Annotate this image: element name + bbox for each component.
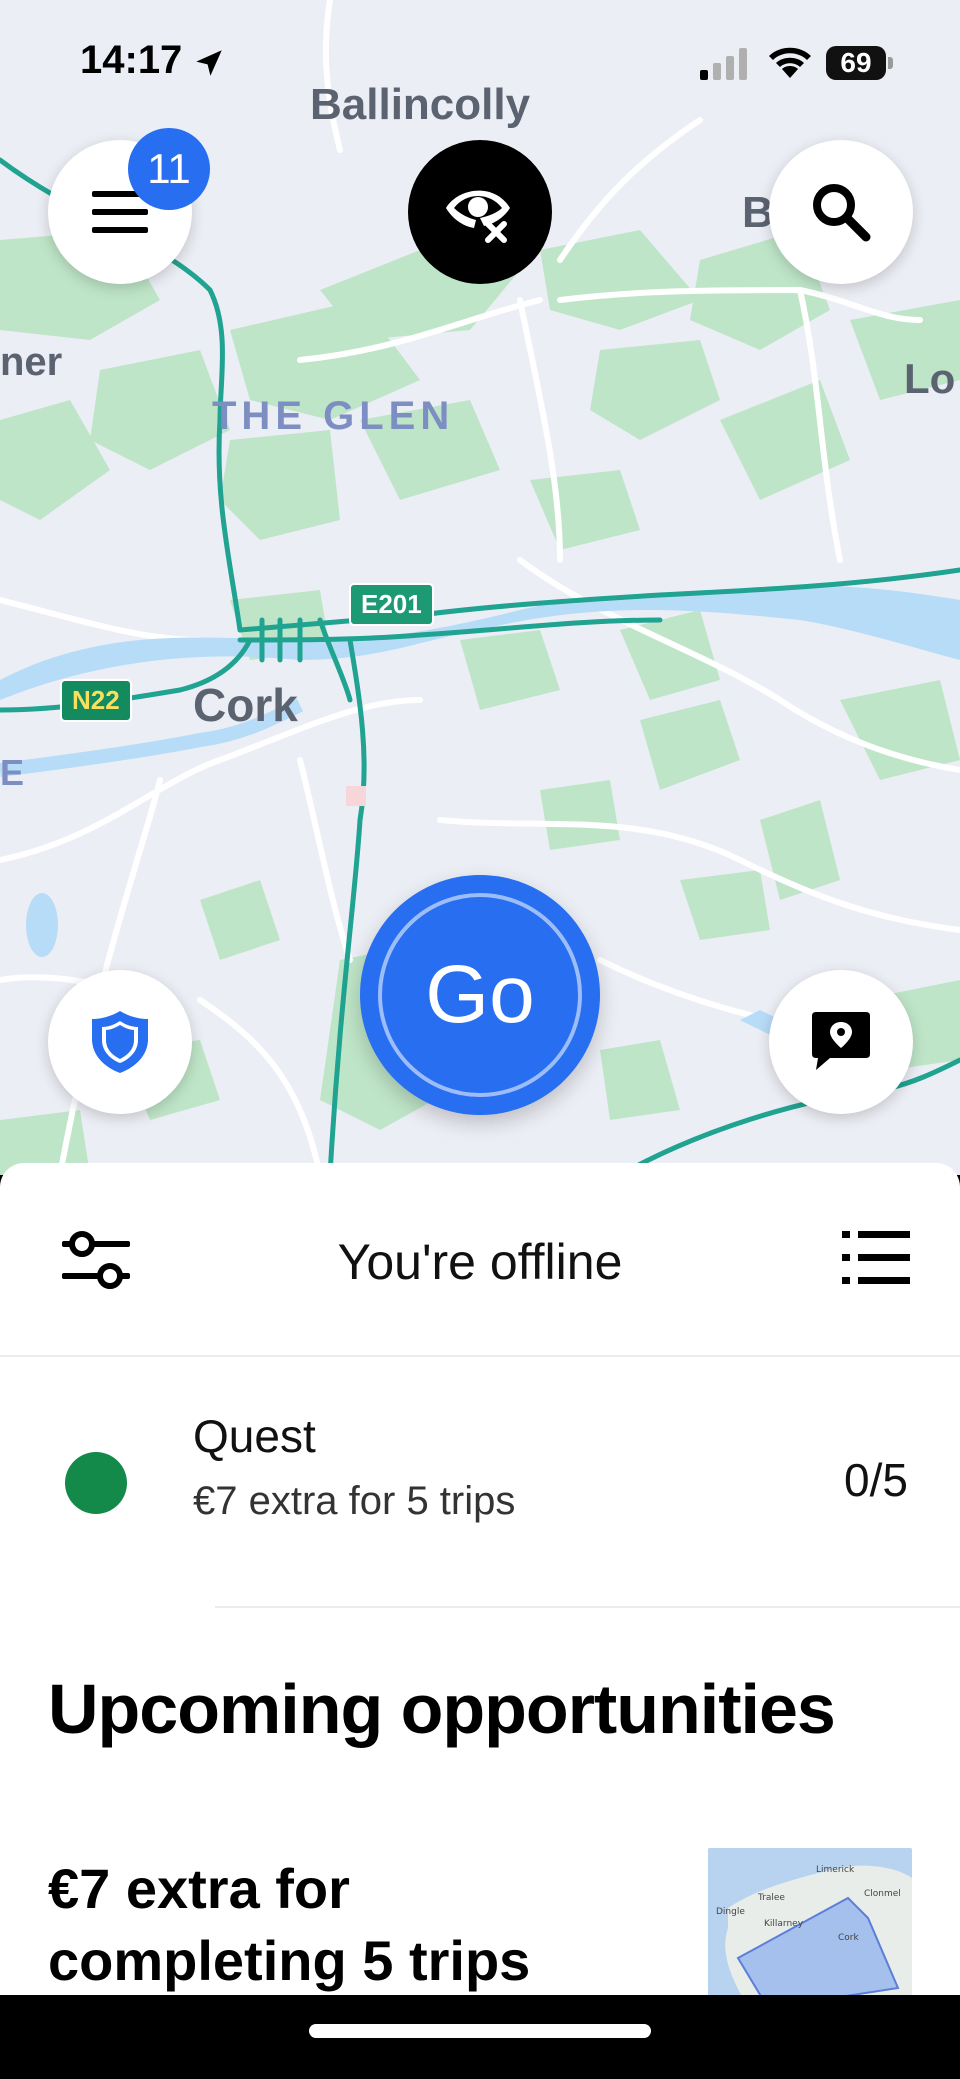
opportunity-map-thumbnail[interactable]: Limerick Tralee Clonmel Dingle Killarney… [708,1848,912,1995]
map-pin-message-icon [812,1012,870,1070]
battery-indicator: 69 [826,46,886,80]
map-label-partial-right: Lo [904,355,956,402]
list-icon[interactable] [842,1231,910,1285]
map-thumb-label-limerick: Limerick [816,1865,855,1875]
quest-subtitle: €7 extra for 5 trips [193,1479,516,1523]
go-button-label: Go [425,949,535,1040]
map-label-the-glen: THE GLEN [212,394,455,438]
home-indicator[interactable] [309,2024,651,2038]
eye-off-icon [446,190,510,243]
battery-cap [888,57,893,69]
map-view[interactable]: Ballincolly THE GLEN Cork ner Lo E B E20… [0,0,960,1175]
search-icon [813,184,871,242]
home-bar [0,1995,960,2079]
opportunity-title[interactable]: €7 extra for completing 5 trips [48,1853,608,1995]
map-thumb-label-tralee: Tralee [757,1893,785,1903]
notification-badge: 11 [128,128,210,210]
map-thumb-label-dingle: Dingle [716,1907,745,1917]
search-button[interactable] [769,140,913,284]
location-arrow-icon [196,50,222,76]
cellular-signal-icon [700,48,747,80]
quest-title: Quest [193,1410,316,1462]
road-shield-n22: N22 [60,679,132,722]
sheet-header: You're offline [0,1163,960,1357]
map-label-cork: Cork [193,679,298,731]
bottom-sheet: You're offline Quest €7 extra for 5 trip… [0,1163,960,1995]
road-shield-e201: E201 [349,583,434,626]
report-location-button[interactable] [769,970,913,1114]
map-label-ballincolly: Ballincolly [310,80,531,129]
map-label-partial-e: E [0,752,25,793]
quest-row[interactable]: Quest €7 extra for 5 trips 0/5 [0,1359,960,1607]
divider [215,1606,960,1608]
opportunity-map-image: Limerick Tralee Clonmel Dingle Killarney… [708,1848,912,1995]
map-thumb-label-clonmel: Clonmel [864,1889,901,1899]
map-label-partial-left: ner [0,340,63,384]
upcoming-opportunities-heading: Upcoming opportunities [48,1670,836,1748]
hide-map-button[interactable] [408,140,552,284]
quest-status-dot [65,1452,127,1514]
go-online-button[interactable]: Go [360,875,600,1115]
wifi-icon [769,47,811,78]
safety-toolkit-button[interactable] [48,970,192,1114]
map-thumb-label-killarney: Killarney [764,1919,804,1929]
map-thumb-label-cork: Cork [838,1933,859,1943]
status-time: 14:17 [80,38,183,82]
shield-icon [92,1011,148,1073]
offline-status-title: You're offline [337,1234,623,1290]
quest-progress: 0/5 [844,1454,908,1506]
